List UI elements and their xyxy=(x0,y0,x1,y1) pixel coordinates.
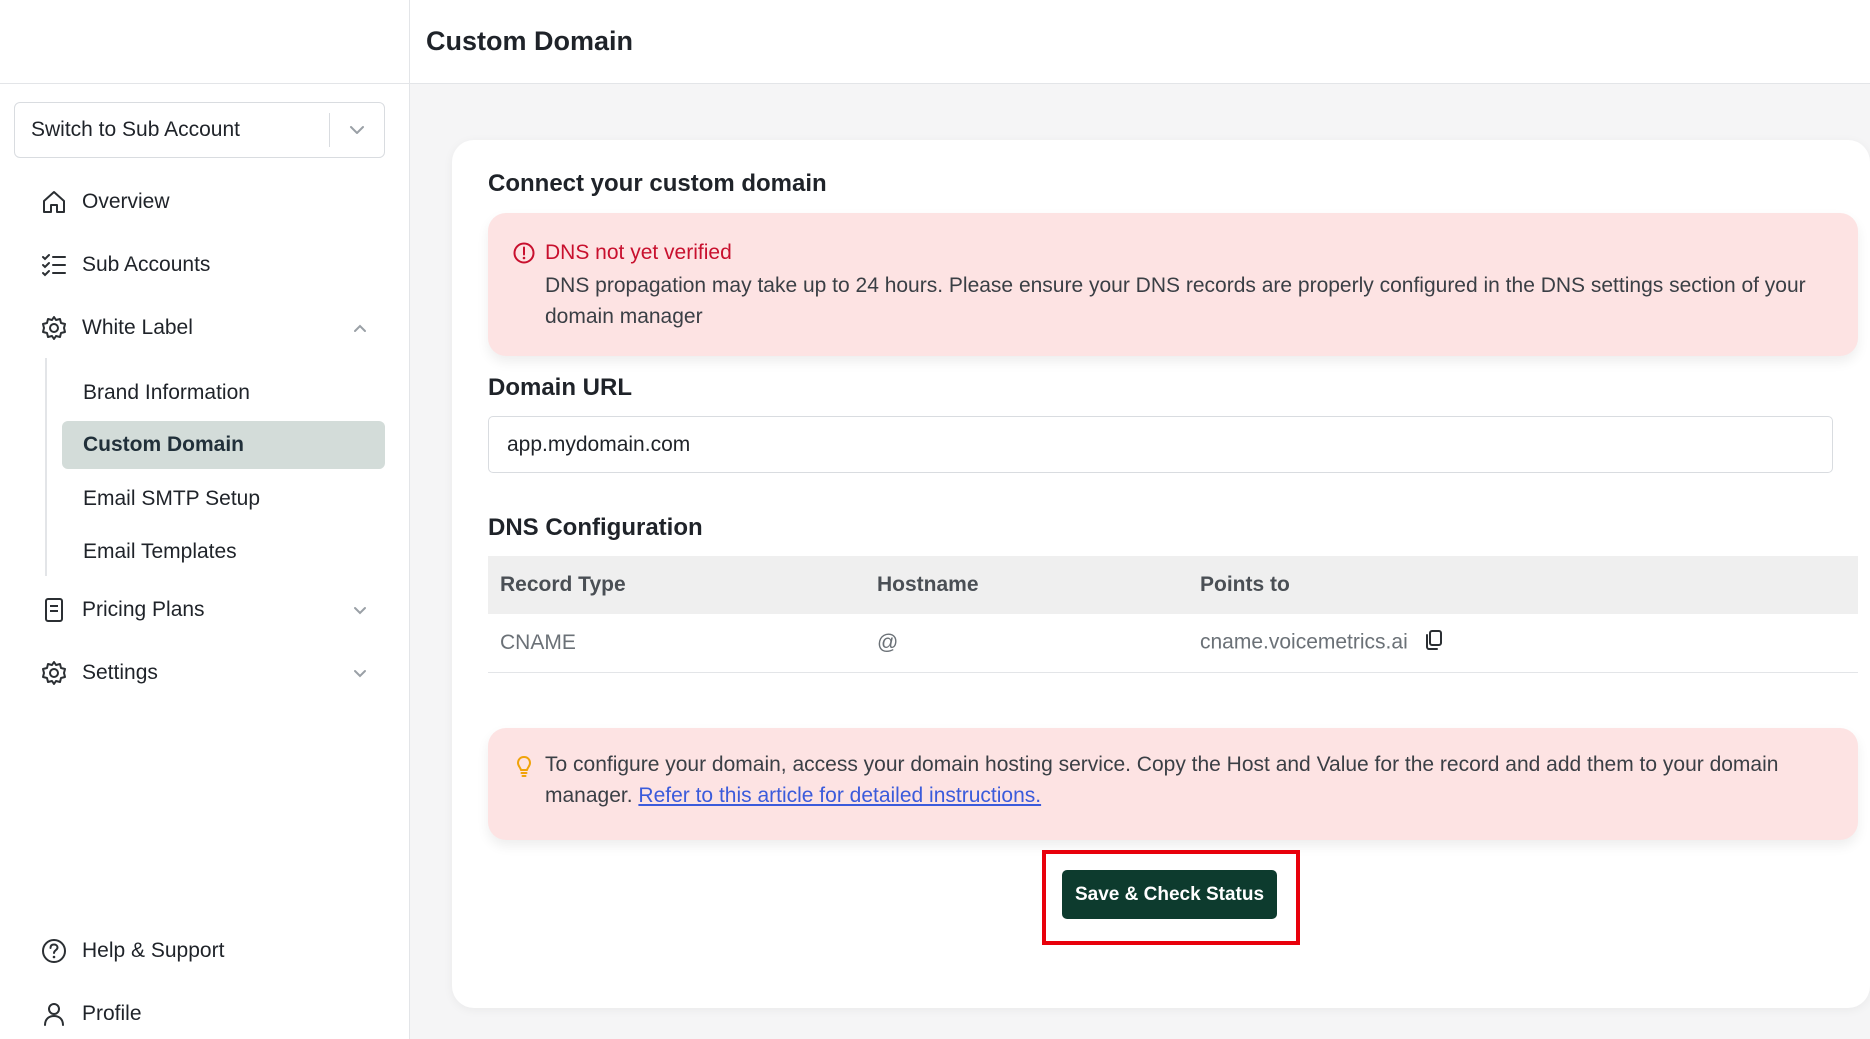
home-icon xyxy=(40,186,72,218)
column-header-record-type: Record Type xyxy=(488,556,865,614)
gear-icon xyxy=(40,657,72,689)
domain-url-label: Domain URL xyxy=(488,374,632,401)
alert-body: DNS propagation may take up to 24 hours.… xyxy=(545,274,1806,328)
user-icon xyxy=(40,998,72,1030)
sidebar-item-help-support[interactable]: Help & Support xyxy=(40,929,380,973)
sidebar: Switch to Sub Account Overview Sub Accou… xyxy=(0,0,410,1039)
table-header-row: Record Type Hostname Points to xyxy=(488,556,1858,614)
sidebar-subitem-label: Custom Domain xyxy=(83,433,245,456)
dns-records-table: Record Type Hostname Points to CNAME @ c… xyxy=(488,556,1858,673)
sidebar-item-label: Help & Support xyxy=(82,939,225,962)
cell-record-type: CNAME xyxy=(488,614,865,673)
cell-points-to: cname.voicemetrics.ai xyxy=(1188,614,1858,673)
chevron-down-icon[interactable] xyxy=(348,665,372,681)
sidebar-item-label: White Label xyxy=(82,316,193,339)
main-content: Connect your custom domain DNS not yet v… xyxy=(410,84,1870,1039)
configure-domain-tip: To configure your domain, access your do… xyxy=(488,728,1858,840)
switch-sub-account-label: Switch to Sub Account xyxy=(31,118,240,141)
column-header-points-to: Points to xyxy=(1188,556,1858,614)
sidebar-subitem-email-smtp-setup[interactable]: Email SMTP Setup xyxy=(62,475,385,523)
dns-not-verified-alert: DNS not yet verified DNS propagation may… xyxy=(488,213,1858,356)
page-title: Custom Domain xyxy=(426,26,634,56)
sidebar-subitem-label: Brand Information xyxy=(83,381,250,404)
sidebar-item-overview[interactable]: Overview xyxy=(40,180,380,224)
sidebar-item-profile[interactable]: Profile xyxy=(40,992,380,1036)
sidebar-item-pricing-plans[interactable]: Pricing Plans xyxy=(40,588,380,632)
sidebar-subitem-label: Email Templates xyxy=(83,540,237,563)
sidebar-item-white-label[interactable]: White Label xyxy=(40,306,380,350)
sidebar-item-sub-accounts[interactable]: Sub Accounts xyxy=(40,243,380,287)
alert-circle-icon xyxy=(512,241,536,265)
chevron-down-icon[interactable] xyxy=(348,602,372,618)
sidebar-subitem-brand-information[interactable]: Brand Information xyxy=(62,369,385,417)
tip-body: To configure your domain, access your do… xyxy=(545,749,1845,811)
document-icon xyxy=(40,594,72,626)
sidebar-item-label: Sub Accounts xyxy=(82,253,211,276)
switch-sub-account-select[interactable]: Switch to Sub Account xyxy=(14,102,385,158)
points-to-value: cname.voicemetrics.ai xyxy=(1200,630,1408,654)
question-icon xyxy=(40,935,72,967)
chevron-up-icon[interactable] xyxy=(348,320,372,336)
sidebar-item-label: Profile xyxy=(82,1002,142,1025)
custom-domain-card: Connect your custom domain DNS not yet v… xyxy=(452,140,1870,1008)
dns-configuration-title: DNS Configuration xyxy=(488,514,703,541)
sidebar-logo-area xyxy=(0,0,409,84)
save-check-status-button[interactable]: Save & Check Status xyxy=(1062,870,1277,919)
sidebar-item-label: Pricing Plans xyxy=(82,598,205,621)
page-header: Custom Domain xyxy=(410,0,1870,84)
sidebar-subitem-custom-domain[interactable]: Custom Domain xyxy=(62,421,385,469)
gear-icon xyxy=(40,312,72,344)
sidebar-subitem-label: Email SMTP Setup xyxy=(83,487,261,510)
domain-url-input[interactable] xyxy=(488,416,1833,473)
sidebar-item-settings[interactable]: Settings xyxy=(40,651,380,695)
instructions-link[interactable]: Refer to this article for detailed instr… xyxy=(638,784,1041,807)
card-title: Connect your custom domain xyxy=(488,170,827,197)
alert-title: DNS not yet verified xyxy=(545,241,732,264)
table-row: CNAME @ cname.voicemetrics.ai xyxy=(488,614,1858,673)
sidebar-item-label: Overview xyxy=(82,190,170,213)
lightbulb-icon xyxy=(512,754,536,778)
sidebar-subitem-email-templates[interactable]: Email Templates xyxy=(62,528,385,576)
app-root: Switch to Sub Account Overview Sub Accou… xyxy=(0,0,1870,1039)
list-check-icon xyxy=(40,249,72,281)
column-header-hostname: Hostname xyxy=(865,556,1188,614)
chevron-down-icon[interactable] xyxy=(330,120,384,140)
cell-hostname: @ xyxy=(865,614,1188,673)
sidebar-item-label: Settings xyxy=(82,661,158,684)
copy-icon[interactable] xyxy=(1424,629,1444,657)
submenu-guide-line xyxy=(45,358,47,576)
